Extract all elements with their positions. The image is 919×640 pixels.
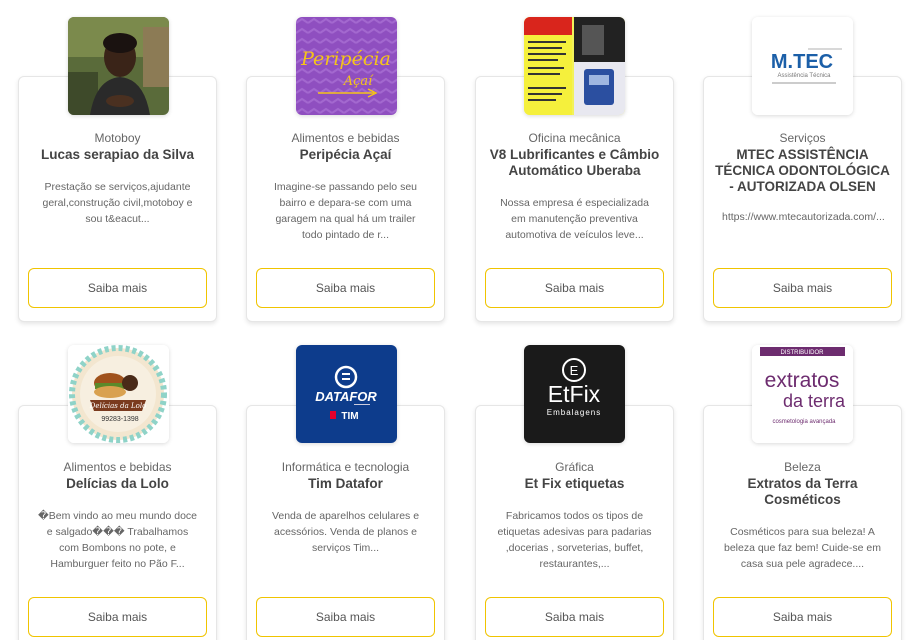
v8-lubrificantes-logo[interactable]	[524, 17, 625, 115]
saiba-mais-button[interactable]: Saiba mais	[485, 268, 664, 308]
extratos-tagline: cosmetologia avançada	[772, 419, 836, 425]
card-title[interactable]: Peripécia Açaí	[257, 147, 434, 163]
peripecia-acai-logo[interactable]: Peripécia Açaí	[296, 17, 397, 115]
card-category: Informática e tecnologia	[281, 460, 410, 474]
card-category: Gráfica	[555, 460, 594, 474]
card-title[interactable]: Et Fix etiquetas	[486, 476, 663, 492]
datafor-logo-text: DATAFOR	[315, 389, 377, 404]
delicias-phone-text: 99283-1398	[101, 416, 138, 423]
etfix-logo-text: EtFix	[548, 381, 601, 407]
mtec-logo-subtext: Assistência Técnica	[778, 73, 832, 79]
tim-logo-text: TIM	[341, 411, 358, 422]
card-description: https://www.mtecautorizada.com/...	[722, 211, 885, 223]
card-category: Alimentos e bebidas	[291, 131, 400, 145]
delicias-da-lolo-logo[interactable]: Delícias da Lolo 99283-1398	[68, 345, 169, 443]
tim-datafor-logo[interactable]: DATAFOR TIM	[296, 345, 397, 443]
saiba-mais-button[interactable]: Saiba mais	[485, 597, 664, 637]
saiba-mais-button[interactable]: Saiba mais	[713, 268, 892, 308]
saiba-mais-button[interactable]: Saiba mais	[256, 268, 435, 308]
extratos-da-terra-logo[interactable]: DISTRIBUIDOR extratos da terra cosmetolo…	[752, 345, 853, 443]
extratos-logo-subtext: da terra	[783, 391, 846, 411]
card-title[interactable]: Lucas serapiao da Silva	[29, 147, 206, 163]
saiba-mais-button[interactable]: Saiba mais	[713, 597, 892, 637]
card-title[interactable]: V8 Lubrificantes e Câmbio Automático Ube…	[486, 147, 663, 179]
card-category: Motoboy	[94, 131, 141, 145]
card-description: Cosméticos para sua beleza! A beleza que…	[723, 526, 881, 570]
card-description: Imagine-se passando pelo seu bairro e de…	[273, 181, 417, 241]
card-description: Prestação se serviços,ajudante geral,con…	[42, 181, 193, 225]
card-title[interactable]: Tim Datafor	[257, 476, 434, 492]
delicias-logo-text: Delícias da Lolo	[89, 402, 147, 410]
card-title[interactable]: MTEC ASSISTÊNCIA TÉCNICA ODONTOLÓGICA - …	[714, 147, 891, 195]
mtec-logo-text: M.TEC	[771, 51, 833, 73]
extratos-banner-text: DISTRIBUIDOR	[780, 350, 824, 356]
card-description: Fabricamos todos os tipos de etiquetas a…	[497, 510, 652, 570]
card-description: �Bem vindo ao meu mundo doce e salgado��…	[37, 510, 198, 570]
saiba-mais-button[interactable]: Saiba mais	[28, 268, 207, 308]
etfix-logo-subtext: Embalagens	[547, 408, 601, 417]
acai-logo-text: Açaí	[343, 74, 374, 89]
mtec-logo[interactable]: M.TEC Assistência Técnica	[752, 17, 853, 115]
svg-text:E: E	[570, 363, 579, 378]
card-description: Venda de aparelhos celulares e acessório…	[271, 510, 420, 554]
card-description: Nossa empresa é especializada em manuten…	[500, 197, 649, 241]
saiba-mais-button[interactable]: Saiba mais	[28, 597, 207, 637]
card-category: Oficina mecânica	[528, 131, 621, 145]
card-category: Beleza	[784, 460, 821, 474]
etfix-logo[interactable]: E EtFix Embalagens	[524, 345, 625, 443]
business-logo-photo[interactable]	[68, 17, 169, 115]
card-title[interactable]: Delícias da Lolo	[29, 476, 206, 492]
saiba-mais-button[interactable]: Saiba mais	[256, 597, 435, 637]
card-category: Alimentos e bebidas	[63, 460, 172, 474]
card-category: Serviços	[779, 131, 826, 145]
extratos-logo-text: extratos	[765, 369, 840, 392]
card-title[interactable]: Extratos da Terra Cosméticos	[714, 476, 891, 508]
peripecia-logo-text: Peripécia	[300, 48, 391, 70]
